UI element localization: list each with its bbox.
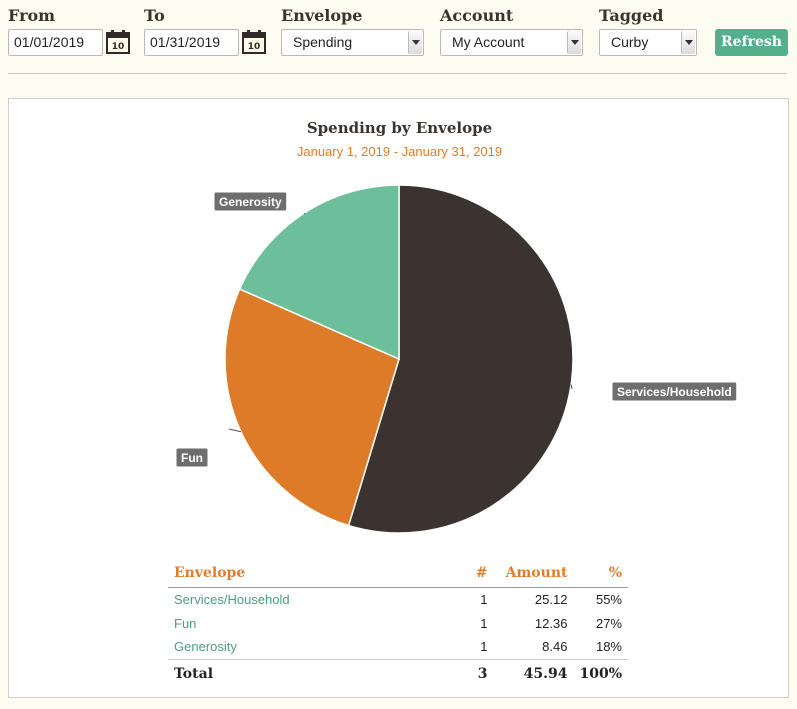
pie-label: Fun: [175, 447, 209, 468]
calendar-icon[interactable]: 10: [105, 29, 131, 55]
envelope-select[interactable]: Spending: [281, 29, 424, 56]
row-percent: 27%: [595, 615, 622, 631]
pie-chart: Services/Household Fun Generosity: [175, 184, 738, 534]
header-envelope[interactable]: Envelope: [168, 559, 444, 588]
calendar-day-text: 10: [112, 42, 125, 52]
total-percent: 100%: [573, 658, 628, 689]
pie-label-text: Fun: [181, 451, 203, 465]
total-label: Total: [168, 658, 444, 689]
table-row: Fun 1 12.36 27%: [168, 611, 628, 635]
tagged-select-value: Curby: [611, 34, 649, 50]
row-percent: 18%: [595, 639, 622, 655]
header-amount[interactable]: Amount: [493, 559, 574, 588]
row-count: 1: [480, 615, 488, 631]
divider: [8, 73, 787, 74]
to-date-input[interactable]: 01/31/2019: [144, 29, 239, 56]
pie-label-text: Generosity: [219, 195, 282, 209]
header-count[interactable]: #: [443, 559, 494, 588]
calendar-day-text: 10: [248, 42, 261, 52]
calendar-icon[interactable]: 10: [241, 29, 267, 55]
envelope-select-value: Spending: [293, 34, 353, 50]
chevron-down-icon: [567, 31, 581, 54]
total-count: 3: [443, 658, 494, 689]
table-row: Generosity 1 8.46 18%: [168, 635, 628, 659]
total-amount: 45.94: [493, 658, 574, 689]
tagged-label: Tagged: [599, 6, 664, 25]
account-label: Account: [440, 6, 514, 25]
envelope-link[interactable]: Services/Household: [168, 587, 443, 611]
from-date-input[interactable]: 01/01/2019: [8, 29, 103, 56]
pie-label-text: Services/Household: [617, 385, 732, 399]
table-header-row: Envelope # Amount %: [168, 559, 628, 588]
row-amount: 8.46: [542, 639, 568, 655]
row-amount: 12.36: [534, 615, 568, 631]
chevron-down-icon: [408, 31, 422, 54]
to-label: To: [144, 6, 165, 25]
envelope-link[interactable]: Fun: [168, 611, 443, 635]
envelope-label: Envelope: [281, 6, 363, 25]
row-percent: 55%: [595, 591, 622, 607]
table-total-row: Total 3 45.94 100%: [168, 658, 628, 689]
table-row: Services/Household 1 25.12 55%: [168, 587, 628, 611]
tagged-select[interactable]: Curby: [599, 29, 697, 56]
from-label: From: [8, 6, 56, 25]
chevron-down-icon: [681, 31, 695, 54]
row-amount: 25.12: [534, 591, 568, 607]
account-select[interactable]: My Account: [440, 29, 583, 56]
pie-label-connector: [303, 212, 306, 215]
pie-label: Generosity: [213, 191, 288, 212]
summary-table: Envelope # Amount % Services/Household 1…: [168, 559, 628, 689]
filter-bar: From 01/01/2019 10 To 01/31/2019 10 Enve…: [0, 0, 797, 75]
account-select-value: My Account: [452, 34, 525, 50]
report-panel: Spending by Envelope January 1, 2019 - J…: [8, 98, 789, 698]
pie-label: Services/Household: [611, 381, 738, 402]
row-count: 1: [480, 591, 488, 607]
refresh-button[interactable]: Refresh: [715, 29, 788, 56]
header-percent[interactable]: %: [573, 559, 628, 588]
row-count: 1: [480, 639, 488, 655]
envelope-link[interactable]: Generosity: [168, 635, 443, 659]
